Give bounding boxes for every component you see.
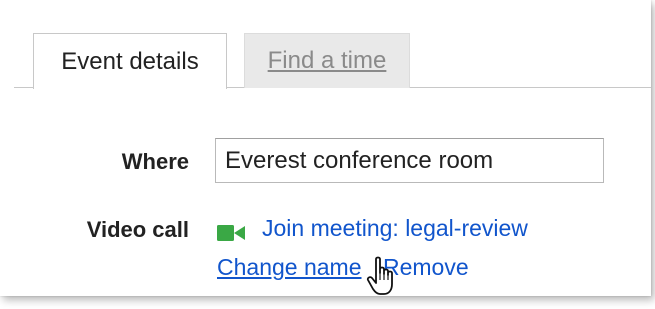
- tab-find-a-time[interactable]: Find a time: [244, 33, 410, 88]
- tab-bar: Event details Find a time: [0, 0, 651, 89]
- where-input[interactable]: [215, 138, 604, 183]
- video-camera-icon: [217, 225, 245, 241]
- tab-event-details[interactable]: Event details: [33, 33, 227, 89]
- event-dialog: Event details Find a time Where Video ca…: [0, 0, 651, 296]
- join-meeting-link[interactable]: Join meeting: legal-review: [262, 215, 528, 242]
- change-name-link[interactable]: Change name: [217, 254, 362, 281]
- tab-find-a-time-label: Find a time: [267, 47, 387, 74]
- tab-event-details-label: Event details: [61, 47, 199, 75]
- video-call-label: Video call: [86, 217, 189, 242]
- where-label: Where: [121, 149, 189, 174]
- hand-pointer-icon: [366, 256, 393, 295]
